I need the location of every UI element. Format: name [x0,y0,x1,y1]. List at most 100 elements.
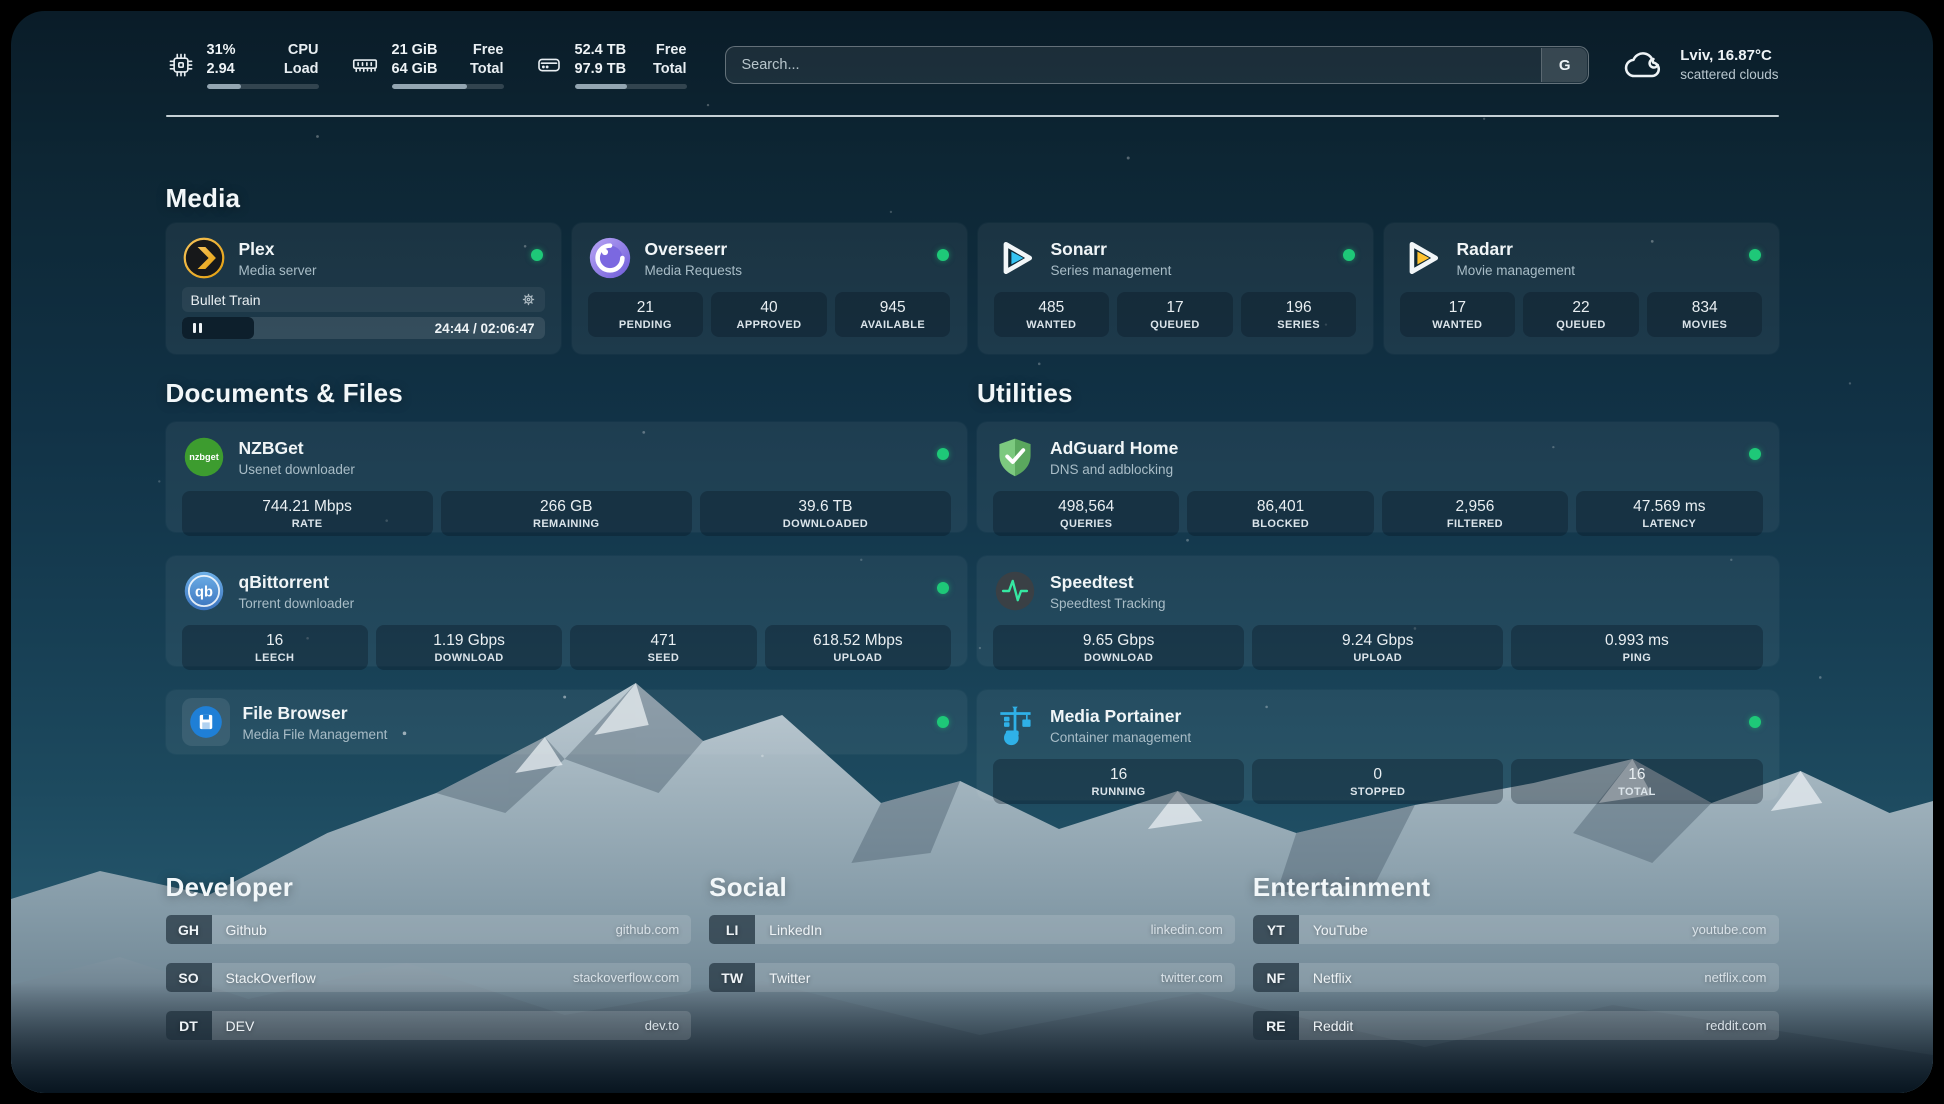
card-plex[interactable]: Plex Media server Bullet Train [166,223,561,354]
card-qbittorrent[interactable]: qb qBittorrent Torrent downloader 16LEEC… [166,556,968,666]
plex-icon [182,236,226,280]
bookmark-netflix[interactable]: NF Netflix netflix.com [1253,963,1779,992]
status-dot [1749,716,1761,728]
service-title: Sonarr [1051,238,1172,260]
memory-free-label: Free [470,41,504,60]
stat-value: 47.569 ms [1633,497,1705,516]
cloud-icon [1623,48,1667,82]
bookmark-github[interactable]: GH Github github.com [166,915,692,944]
stat-tile: 16TOTAL [1511,759,1762,804]
stat-label: STOPPED [1350,785,1405,799]
bookmark-url: linkedin.com [1151,915,1235,944]
stat-tile: 16RUNNING [993,759,1244,804]
bookmark-name: StackOverflow [212,963,316,992]
section-media: Media Plex Media server [166,183,1779,354]
stat-tile: 9.24 GbpsUPLOAD [1252,625,1503,670]
stat-tile: 0STOPPED [1252,759,1503,804]
stat-tile: 17QUEUED [1117,292,1233,337]
disk-widget: 52.4 TB 97.9 TB Free Total [534,41,687,89]
stat-value: 471 [651,631,677,650]
stat-label: DOWNLOADED [783,517,868,531]
service-title: qBittorrent [239,571,355,593]
status-dot [531,249,543,261]
stat-label: FILTERED [1447,517,1503,531]
stat-label: PING [1623,651,1652,665]
service-title: Media Portainer [1050,705,1191,727]
stat-tile: 744.21 MbpsRATE [182,491,433,536]
stat-tile: 16LEECH [182,625,368,670]
weather-widget: Lviv, 16.87°C scattered clouds [1623,46,1778,84]
now-playing-row: Bullet Train [182,287,545,312]
stat-label: MOVIES [1682,318,1727,332]
stat-value: 17 [1166,298,1183,317]
cpu-load-label: Load [284,60,319,79]
stat-tile: 47.569 msLATENCY [1576,491,1762,536]
stat-value: 86,401 [1257,497,1304,516]
stat-label: BLOCKED [1252,517,1309,531]
documents-heading: Documents & Files [166,378,968,409]
stat-label: DOWNLOAD [1084,651,1153,665]
stat-label: SEED [648,651,680,665]
status-dot [1343,249,1355,261]
stat-tile: 86,401BLOCKED [1187,491,1373,536]
stat-tile: 834MOVIES [1647,292,1763,337]
stat-value: 17 [1449,298,1466,317]
stat-label: RUNNING [1092,785,1146,799]
card-radarr[interactable]: Radarr Movie management 17WANTED 22QUEUE… [1384,223,1779,354]
bookmark-linkedin[interactable]: LI LinkedIn linkedin.com [709,915,1235,944]
stat-value: 498,564 [1058,497,1114,516]
memory-widget: 21 GiB 64 GiB Free Total [349,41,504,89]
stat-tile: 471SEED [570,625,756,670]
card-adguard[interactable]: AdGuard Home DNS and adblocking 498,564Q… [977,422,1779,532]
service-title: Overseerr [645,238,743,260]
stat-value: 40 [760,298,777,317]
search-provider-button[interactable]: G [1541,48,1587,82]
stat-label: AVAILABLE [860,318,925,332]
filebrowser-icon [186,702,226,742]
status-dot [937,716,949,728]
now-playing-title: Bullet Train [191,292,261,308]
card-filebrowser[interactable]: File Browser Media File Management [166,690,968,754]
card-portainer[interactable]: Media Portainer Container management 16R… [977,690,1779,800]
cpu-progress-bar [207,84,319,89]
sonarr-icon [994,236,1038,280]
stat-value: 16 [1628,765,1645,784]
stat-label: QUEUED [1556,318,1605,332]
pause-icon [193,323,202,333]
bookmark-url: dev.to [645,1011,691,1040]
bookmark-stackoverflow[interactable]: SO StackOverflow stackoverflow.com [166,963,692,992]
card-sonarr[interactable]: Sonarr Series management 485WANTED 17QUE… [978,223,1373,354]
disk-total-value: 97.9 TB [575,60,627,79]
bookmark-abbr: YT [1253,915,1299,944]
stat-tile: 196SERIES [1241,292,1357,337]
stat-label: DOWNLOAD [434,651,503,665]
search-input[interactable] [725,46,1590,84]
bookmark-dev[interactable]: DT DEV dev.to [166,1011,692,1040]
bookmark-abbr: DT [166,1011,212,1040]
bookmark-reddit[interactable]: RE Reddit reddit.com [1253,1011,1779,1040]
stat-value: 196 [1286,298,1312,317]
bookmark-name: YouTube [1299,915,1368,944]
status-dot [937,249,949,261]
stat-tile: 0.993 msPING [1511,625,1762,670]
status-dot [937,582,949,594]
disk-progress-bar [575,84,687,89]
stat-label: WANTED [1026,318,1076,332]
header: 31% 2.94 CPU Load [166,37,1779,93]
stat-label: UPLOAD [1353,651,1402,665]
cpu-usage-label: CPU [284,41,319,60]
bookmark-url: stackoverflow.com [573,963,691,992]
stat-value: 39.6 TB [798,497,852,516]
card-overseerr[interactable]: Overseerr Media Requests 21PENDING 40APP… [572,223,967,354]
gear-icon[interactable] [521,292,536,307]
resource-widgets: 31% 2.94 CPU Load [166,41,687,89]
stat-label: TOTAL [1618,785,1656,799]
card-speedtest[interactable]: Speedtest Speedtest Tracking 9.65 GbpsDO… [977,556,1779,666]
section-social: Social LI LinkedIn linkedin.com TW Twitt… [709,872,1235,1040]
bookmark-abbr: RE [1253,1011,1299,1040]
bookmark-youtube[interactable]: YT YouTube youtube.com [1253,915,1779,944]
stat-label: RATE [292,517,323,531]
card-nzbget[interactable]: nzbget NZBGet Usenet downloader 744.21 M… [166,422,968,532]
bookmark-url: youtube.com [1692,915,1778,944]
bookmark-twitter[interactable]: TW Twitter twitter.com [709,963,1235,992]
